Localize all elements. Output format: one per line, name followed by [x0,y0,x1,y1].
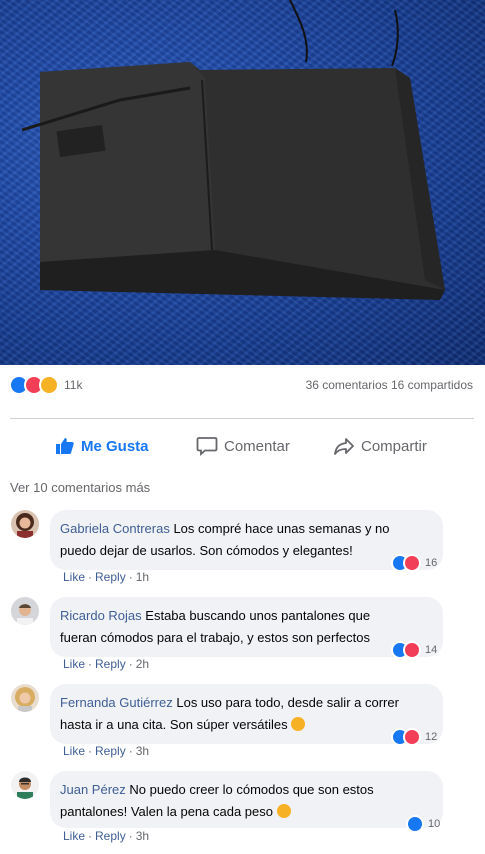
avatar[interactable] [11,771,39,799]
comment-meta: Like · Reply · 3h [63,744,150,758]
comment-reply-link[interactable]: Reply [95,829,126,843]
comment-bubble: Fernanda Gutiérrez Los uso para todo, de… [50,684,443,744]
post-photo[interactable] [0,0,485,365]
comment-text: No puedo creer lo cómodos que son estos [129,782,374,797]
like-reaction-icon [406,815,424,833]
share-button[interactable]: Compartir [333,428,427,464]
comment-reactions[interactable]: 16 [391,554,437,572]
share-label: Compartir [361,437,427,455]
ok-hand-emoji-icon [291,717,306,731]
comment-like-link[interactable]: Like [63,570,85,584]
comment-time[interactable]: 3h [136,829,149,843]
comment-like-link[interactable]: Like [63,829,85,843]
comment-reply-link[interactable]: Reply [95,657,126,671]
comment-reply-link[interactable]: Reply [95,570,126,584]
folded-pants-image [21,0,445,300]
comment-meta: Like · Reply · 3h [63,829,150,843]
haha-reaction-icon [39,375,59,395]
comment-time[interactable]: 2h [136,657,149,671]
post-actions: Me Gusta Comentar Compartir [0,428,485,464]
comment-like-link[interactable]: Like [63,744,85,758]
love-reaction-icon [403,554,421,572]
view-more-comments-link[interactable]: Ver 10 comentarios más [10,480,150,495]
comment-author[interactable]: Juan Pérez [60,782,126,797]
comment-bubble: Gabriela Contreras Los compré hace unas … [50,510,443,570]
thumbs-up-icon [56,438,74,454]
comment-text: Los compré hace unas semanas y no [173,521,390,536]
comment-bubble: Juan Pérez No puedo creer lo cómodos que… [50,771,443,828]
comment-reaction-count: 16 [425,557,438,569]
comment-author[interactable]: Fernanda Gutiérrez [60,695,173,710]
comment-text: Los uso para todo, desde salir a correr [176,695,399,710]
comment-text: pantalones! Valen la pena cada peso [60,804,273,819]
comment-meta: Like · Reply · 1h [63,570,150,584]
avatar[interactable] [11,684,39,712]
love-reaction-icon [403,728,421,746]
comment-reactions[interactable]: 10 [406,815,440,833]
share-arrow-icon [334,438,354,455]
avatar[interactable] [11,597,39,625]
comment-time[interactable]: 1h [136,570,149,584]
comment-label: Comentar [224,437,290,455]
reactions-summary: 11k 36 comentarios 16 compartidos [0,372,485,400]
comment-author[interactable]: Gabriela Contreras [60,521,170,536]
comment-reaction-count: 10 [428,818,441,830]
love-reaction-icon [403,641,421,659]
reaction-icons[interactable] [9,375,65,395]
comment-reactions[interactable]: 14 [391,641,437,659]
comment-reply-link[interactable]: Reply [95,744,126,758]
comment-text: puedo dejar de usarlos. Son cómodos y el… [60,543,353,558]
comments-shares-count[interactable]: 36 comentarios 16 compartidos [306,378,473,392]
comment-reaction-count: 12 [425,731,438,743]
divider [10,418,474,419]
comment-bubble: Ricardo Rojas Estaba buscando unos panta… [50,597,443,657]
thumbs-up-emoji-icon [276,804,291,818]
comment-like-link[interactable]: Like [63,657,85,671]
comment-meta: Like · Reply · 2h [63,657,150,671]
like-button[interactable]: Me Gusta [55,428,149,464]
comment-text: hasta ir a una cita. Son súper versátile… [60,717,288,732]
comment-author[interactable]: Ricardo Rojas [60,608,142,623]
comment-reaction-count: 14 [425,644,438,656]
avatar[interactable] [11,510,39,538]
comment-time[interactable]: 3h [136,744,149,758]
comment-text: Estaba buscando unos pantalones que [145,608,371,623]
comment-text: fueran cómodos para el trabajo, y estos … [60,630,371,645]
like-label: Me Gusta [81,437,149,455]
reaction-count[interactable]: 11k [64,378,82,392]
comment-reactions[interactable]: 12 [391,728,437,746]
speech-bubble-icon [196,437,218,456]
